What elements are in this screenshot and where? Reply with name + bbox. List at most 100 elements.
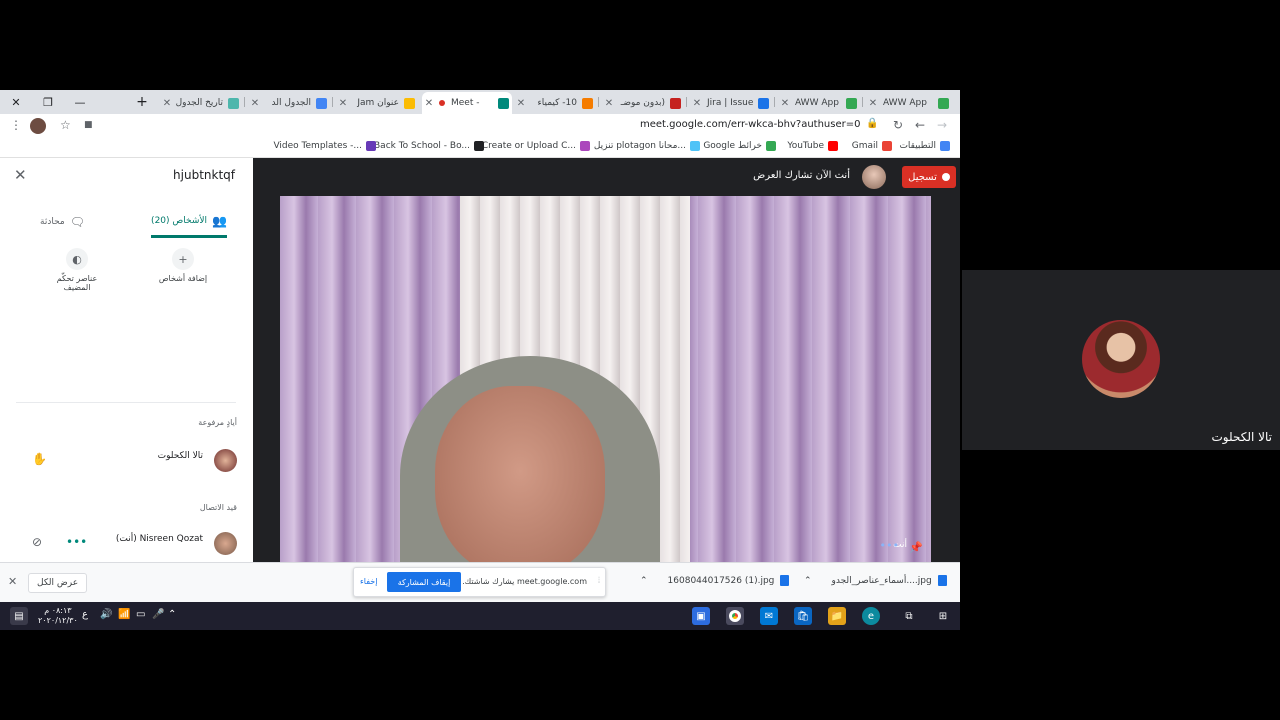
- wifi-icon[interactable]: 📶: [118, 609, 130, 620]
- more-dots-icon[interactable]: •••: [66, 535, 87, 549]
- show-all-button[interactable]: عرض الكل: [28, 573, 88, 593]
- raised-hand-icon[interactable]: ✋: [32, 452, 47, 466]
- tab-close-icon[interactable]: ✕: [690, 98, 704, 109]
- shared-screen-window: ✕ ❐ — + ✕ تاريخ الجدول ✕ الجدول الد ✕ عن…: [0, 90, 960, 630]
- record-dot-icon: [941, 173, 950, 181]
- browser-tab-active[interactable]: ✕ Meet -: [422, 92, 512, 114]
- volume-icon[interactable]: 🔊: [100, 609, 112, 620]
- browser-tab[interactable]: ✕ عنوان Jam: [336, 92, 418, 114]
- store-app-icon[interactable]: 🛍: [794, 607, 812, 625]
- download-item[interactable]: ⌃ أسماء_عناصر_الجدو....jpg: [804, 575, 947, 586]
- camera-indicator-icon[interactable]: ■: [84, 120, 93, 130]
- file-icon: [937, 575, 947, 586]
- stop-sharing-button[interactable]: إيقاف المشاركة: [387, 572, 461, 592]
- menu-dots-icon[interactable]: ⋮: [10, 118, 22, 132]
- bookmark-create-upload[interactable]: Create or Upload C...: [482, 141, 590, 151]
- browser-tab[interactable]: ✕ تاريخ الجدول: [160, 92, 242, 114]
- close-downloads-icon[interactable]: ✕: [8, 575, 17, 588]
- tab-close-icon[interactable]: ✕: [248, 98, 262, 109]
- bookmark-star-icon[interactable]: ☆: [60, 118, 71, 132]
- browser-tab[interactable]: ✕ 10- كيمياء: [514, 92, 596, 114]
- tab-close-icon[interactable]: ✕: [422, 98, 436, 109]
- window-close-icon[interactable]: ✕: [0, 90, 32, 114]
- battery-icon[interactable]: ▭: [136, 609, 145, 620]
- site-icon: [366, 141, 376, 151]
- participant-tile[interactable]: تالا الكحلوت: [962, 270, 1280, 450]
- aww-favicon-icon: [846, 97, 857, 109]
- tab-close-icon[interactable]: ✕: [160, 98, 174, 109]
- participant-name: تالا الكحلوت: [1211, 430, 1273, 444]
- chat-icon: 🗨: [69, 215, 85, 229]
- chevron-up-icon[interactable]: ⌃: [804, 576, 812, 586]
- site-icon: [474, 141, 484, 151]
- bookmark-apps[interactable]: التطبيقات: [899, 141, 950, 151]
- keyboard-language[interactable]: ع: [82, 609, 88, 620]
- list-item[interactable]: Nisreen Qozat (أنت) ••• ⊘: [0, 526, 253, 560]
- windows-taskbar: ▤ ٠٨:١٣ م ٢٠٢٠/١٢/٣٠ ع 🔊 📶 ▭ 🎤 ⌃ ▣ ✉ 🛍 📁…: [0, 602, 960, 630]
- bookmark-gmail[interactable]: Gmail: [852, 141, 892, 151]
- table-favicon-icon: [228, 97, 239, 109]
- browser-tab[interactable]: ✕ الجدول الد: [248, 92, 330, 114]
- meet-stage: تسجيل أنت الآن تشارك العرض أنت ••• 📌: [253, 158, 960, 562]
- tab-close-icon[interactable]: ✕: [602, 98, 616, 109]
- pin-off-icon[interactable]: ⊘: [32, 535, 42, 549]
- tab-close-icon[interactable]: ✕: [514, 98, 528, 109]
- bookmark-maps[interactable]: Google خرائط: [703, 141, 776, 151]
- photos-app-icon[interactable]: ▣: [692, 607, 710, 625]
- back-arrow-icon[interactable]: ←: [915, 118, 925, 132]
- window-restore-icon[interactable]: ❐: [32, 90, 64, 114]
- hide-button[interactable]: إخفاء: [360, 577, 377, 586]
- microphone-icon[interactable]: 🎤: [152, 609, 164, 620]
- tab-separator: [774, 97, 775, 107]
- bookmark-youtube[interactable]: YouTube: [787, 141, 838, 151]
- download-bar: ✕ عرض الكل ⦙ meet.google.com يشارك شاشتك…: [0, 562, 960, 602]
- tab-close-icon[interactable]: ✕: [336, 98, 350, 109]
- main-video-feed: أنت ••• 📌: [280, 196, 931, 562]
- list-item[interactable]: تالا الكحلوت ✋: [0, 443, 253, 477]
- mail-app-icon[interactable]: ✉: [760, 607, 778, 625]
- browser-tab[interactable]: ✕ (بدون موضـ: [602, 92, 684, 114]
- tab-people[interactable]: 👥 الأشخاص (20): [151, 206, 227, 238]
- url-field[interactable]: meet.google.com/err-wkca-bhv?authuser=0: [640, 119, 860, 130]
- browser-tab-strip: ✕ ❐ — + ✕ تاريخ الجدول ✕ الجدول الد ✕ عن…: [0, 90, 960, 114]
- new-tab-plus-icon[interactable]: +: [126, 90, 158, 114]
- tab-chat[interactable]: 🗨 محادثة: [40, 206, 85, 238]
- tab-close-icon[interactable]: ✕: [866, 98, 880, 109]
- add-people-button[interactable]: + إضافة أشخاص: [143, 248, 223, 283]
- browser-tab[interactable]: ✕ AWW App: [866, 92, 952, 114]
- tab-separator: [686, 97, 687, 107]
- bookmark-video-templates[interactable]: Video Templates -...: [273, 141, 376, 151]
- edge-app-icon[interactable]: e: [862, 607, 880, 625]
- forward-arrow-icon[interactable]: →: [937, 118, 947, 132]
- avatar: [214, 449, 237, 472]
- divider: [16, 402, 236, 403]
- apps-grid-icon: [940, 141, 950, 151]
- bookmark-plotagon[interactable]: تنزيل plotagon محانا...: [594, 141, 700, 151]
- file-explorer-icon[interactable]: 📁: [828, 607, 846, 625]
- window-minimize-icon[interactable]: —: [64, 90, 96, 114]
- browser-tab[interactable]: ✕ AWW App: [778, 92, 860, 114]
- chevron-up-icon[interactable]: ⌃: [640, 576, 648, 586]
- drag-grip-icon[interactable]: ⦙: [598, 576, 600, 586]
- more-dots-icon[interactable]: •••: [880, 539, 899, 552]
- pin-icon[interactable]: 📌: [909, 541, 923, 554]
- host-controls-button[interactable]: ◐ عناصر تحكّم المضيف: [37, 248, 117, 292]
- google-favicon-icon: [316, 97, 327, 109]
- notification-icon[interactable]: ▤: [10, 607, 28, 625]
- lock-icon[interactable]: 🔒: [866, 118, 878, 129]
- browser-tab[interactable]: ✕ Jira | Issue: [690, 92, 772, 114]
- people-icon: 👥: [212, 213, 227, 228]
- tab-close-icon[interactable]: ✕: [778, 98, 792, 109]
- profile-avatar[interactable]: [30, 118, 46, 134]
- windows-start-icon[interactable]: ⊞: [934, 607, 952, 625]
- task-view-icon[interactable]: ⧉: [900, 607, 918, 625]
- bookmark-back-to-school[interactable]: Back To School - Bo...: [374, 141, 484, 151]
- download-item[interactable]: ⌃ 1608044017526 (1).jpg: [640, 575, 790, 586]
- gmail-favicon-icon: [670, 97, 681, 109]
- clock[interactable]: ٠٨:١٣ م ٢٠٢٠/١٢/٣٠: [38, 606, 78, 626]
- reload-icon[interactable]: ↻: [893, 118, 903, 132]
- tray-chevron-up-icon[interactable]: ⌃: [168, 609, 176, 620]
- record-button[interactable]: تسجيل: [902, 166, 956, 188]
- close-panel-icon[interactable]: ✕: [14, 166, 27, 184]
- chrome-app-icon[interactable]: [726, 607, 744, 625]
